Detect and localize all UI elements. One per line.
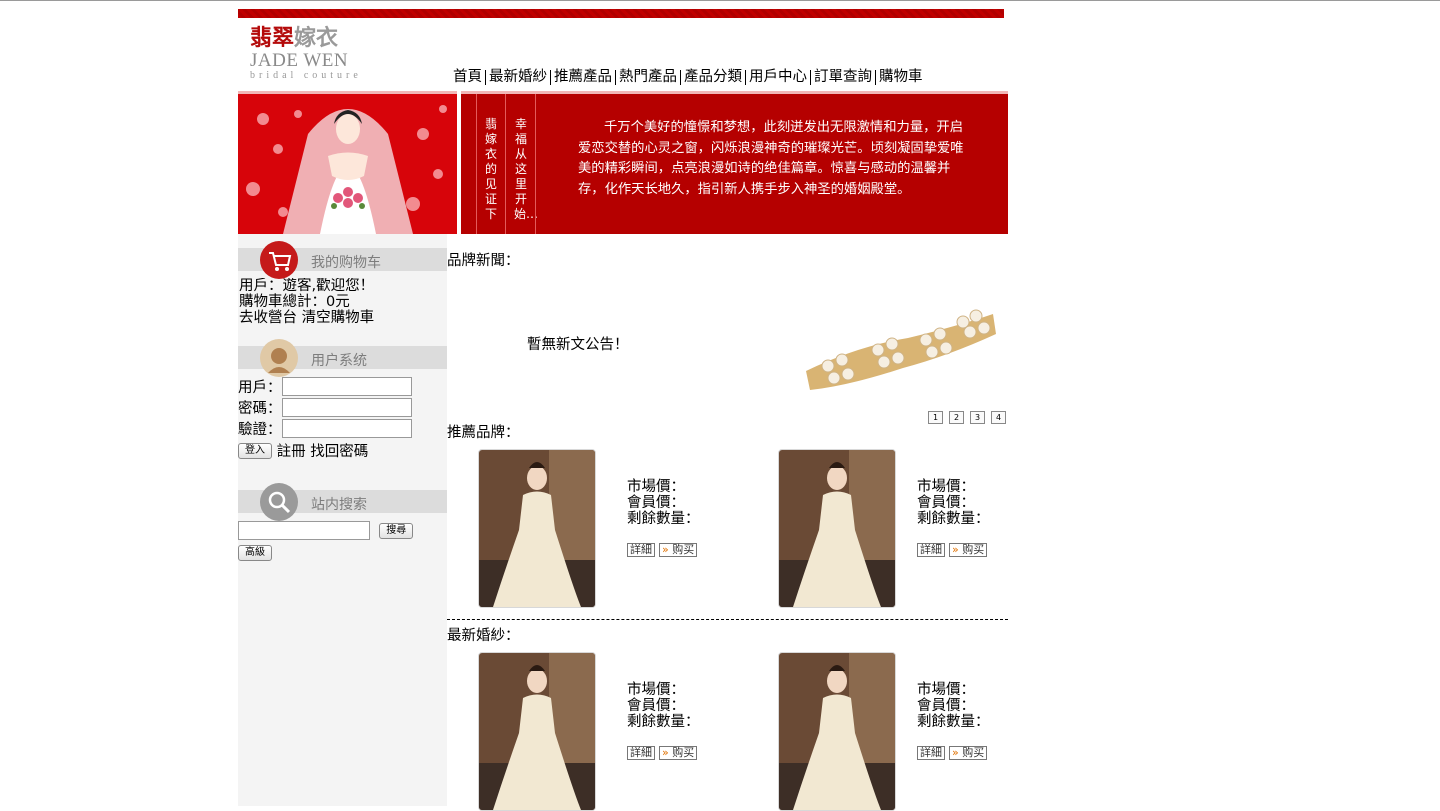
advanced-search-button[interactable]: 高級 [238, 545, 272, 561]
cart-header: 我的购物车 [238, 234, 447, 279]
cart-user-line: 用戶：遊客,歡迎您！ [239, 278, 375, 294]
member-price-label: 會員價： [627, 698, 685, 714]
usersys-header: 用户系统 [238, 332, 447, 377]
nav-order-query[interactable]: 訂單查詢 [811, 67, 875, 87]
cart-total: 購物車總計：0元 [239, 294, 350, 310]
bride-illustration [238, 94, 457, 234]
register-link[interactable]: 註冊 [277, 440, 306, 461]
news-pager: 1 2 3 4 [928, 411, 1006, 424]
member-price-label: 會員價： [917, 698, 975, 714]
member-price-label: 會員價： [917, 495, 975, 511]
market-price-label: 市場價： [627, 479, 685, 495]
password-input[interactable] [281, 398, 412, 417]
pager-1[interactable]: 1 [928, 411, 943, 424]
nav-home[interactable]: 首頁 [450, 67, 485, 87]
nav-cart[interactable]: 購物車 [876, 67, 926, 87]
hero-banner: 翡嫁衣的见证下 幸福从这里开始… 千万个美好的憧憬和梦想，此刻迸发出无限激情和力… [238, 91, 1008, 234]
recommend-title: 推薦品牌： [447, 425, 520, 441]
usersys-title: 用户系统 [311, 353, 367, 369]
pager-2[interactable]: 2 [949, 411, 964, 424]
buy-button[interactable]: » 购买 [659, 543, 698, 557]
brand-news-title: 品牌新聞： [447, 253, 520, 269]
cart-icon [260, 241, 298, 279]
logo-subtitle: bridal couture [250, 70, 362, 81]
product-image[interactable] [478, 652, 596, 811]
product-image[interactable] [778, 652, 896, 811]
stock-label: 剩餘數量： [917, 714, 990, 730]
logo-chinese: 翡翠嫁衣 [250, 25, 339, 51]
nav-latest-dresses[interactable]: 最新婚紗 [486, 67, 550, 87]
banner-vertical-text-2: 幸福从这里开始… [514, 117, 539, 221]
verify-label: 驗證： [238, 422, 282, 438]
product-image[interactable] [778, 449, 896, 608]
sidebar: 我的购物车 用戶：遊客,歡迎您！ 購物車總計：0元 去收營台 清空購物車 用户系… [238, 234, 447, 806]
cart-title: 我的购物车 [311, 255, 381, 271]
buy-button[interactable]: » 购买 [949, 543, 988, 557]
username-input[interactable] [281, 377, 412, 396]
buy-button[interactable]: » 购买 [659, 746, 698, 760]
search-icon [260, 483, 298, 521]
search-input[interactable] [238, 521, 370, 540]
page-container: 翡翠嫁衣 JADE WEN bridal couture 首頁 最新婚紗 推薦產… [238, 0, 1008, 811]
detail-button[interactable]: 詳細 [917, 746, 945, 760]
detail-button[interactable]: 詳細 [917, 543, 945, 557]
forgot-password-link[interactable]: 找回密碼 [310, 440, 368, 461]
search-title: 站内搜索 [311, 497, 367, 513]
nav-hot-products[interactable]: 熱門產品 [616, 67, 680, 87]
header-red-bar [238, 9, 1004, 18]
user-label: 用戶： [238, 380, 282, 396]
stock-label: 剩餘數量： [627, 511, 700, 527]
password-label: 密碼： [238, 401, 282, 417]
logo[interactable]: 翡翠嫁衣 JADE WEN bridal couture [250, 24, 370, 86]
market-price-label: 市場價： [917, 682, 975, 698]
banner-paragraph: 千万个美好的憧憬和梦想，此刻迸发出无限激情和力量，开启爱恋交替的心灵之窗，闪烁浪… [578, 120, 964, 197]
detail-button[interactable]: 詳細 [627, 746, 655, 760]
nav-recommended[interactable]: 推薦產品 [551, 67, 615, 87]
member-price-label: 會員價： [627, 495, 685, 511]
news-empty-message: 暫無新文公告！ [527, 337, 629, 353]
pager-3[interactable]: 3 [970, 411, 985, 424]
market-price-label: 市場價： [627, 682, 685, 698]
main-nav: 首頁 最新婚紗 推薦產品 熱門產品 產品分類 用戶中心 訂單查詢 購物車 [450, 67, 926, 87]
latest-title: 最新婚紗： [447, 628, 520, 644]
nav-user-center[interactable]: 用戶中心 [746, 67, 810, 87]
product-image[interactable] [478, 449, 596, 608]
brooch-image [798, 286, 1001, 412]
login-button[interactable]: 登入 [238, 442, 272, 459]
search-header: 站内搜索 [238, 476, 447, 521]
buy-button[interactable]: » 购买 [949, 746, 988, 760]
nav-categories[interactable]: 產品分類 [681, 67, 745, 87]
section-divider [447, 619, 1008, 620]
clear-cart-link[interactable]: 清空購物車 [302, 310, 375, 326]
verify-input[interactable] [281, 419, 412, 438]
detail-button[interactable]: 詳細 [627, 543, 655, 557]
banner-vertical-text-1: 翡嫁衣的见证下 [484, 117, 497, 221]
stock-label: 剩餘數量： [627, 714, 700, 730]
pager-4[interactable]: 4 [991, 411, 1006, 424]
stock-label: 剩餘數量： [917, 511, 990, 527]
user-icon [260, 339, 298, 377]
logo-english: JADE WEN [250, 50, 349, 71]
search-button[interactable]: 搜尋 [379, 522, 414, 539]
market-price-label: 市場價： [917, 479, 975, 495]
checkout-link[interactable]: 去收營台 [239, 310, 297, 326]
